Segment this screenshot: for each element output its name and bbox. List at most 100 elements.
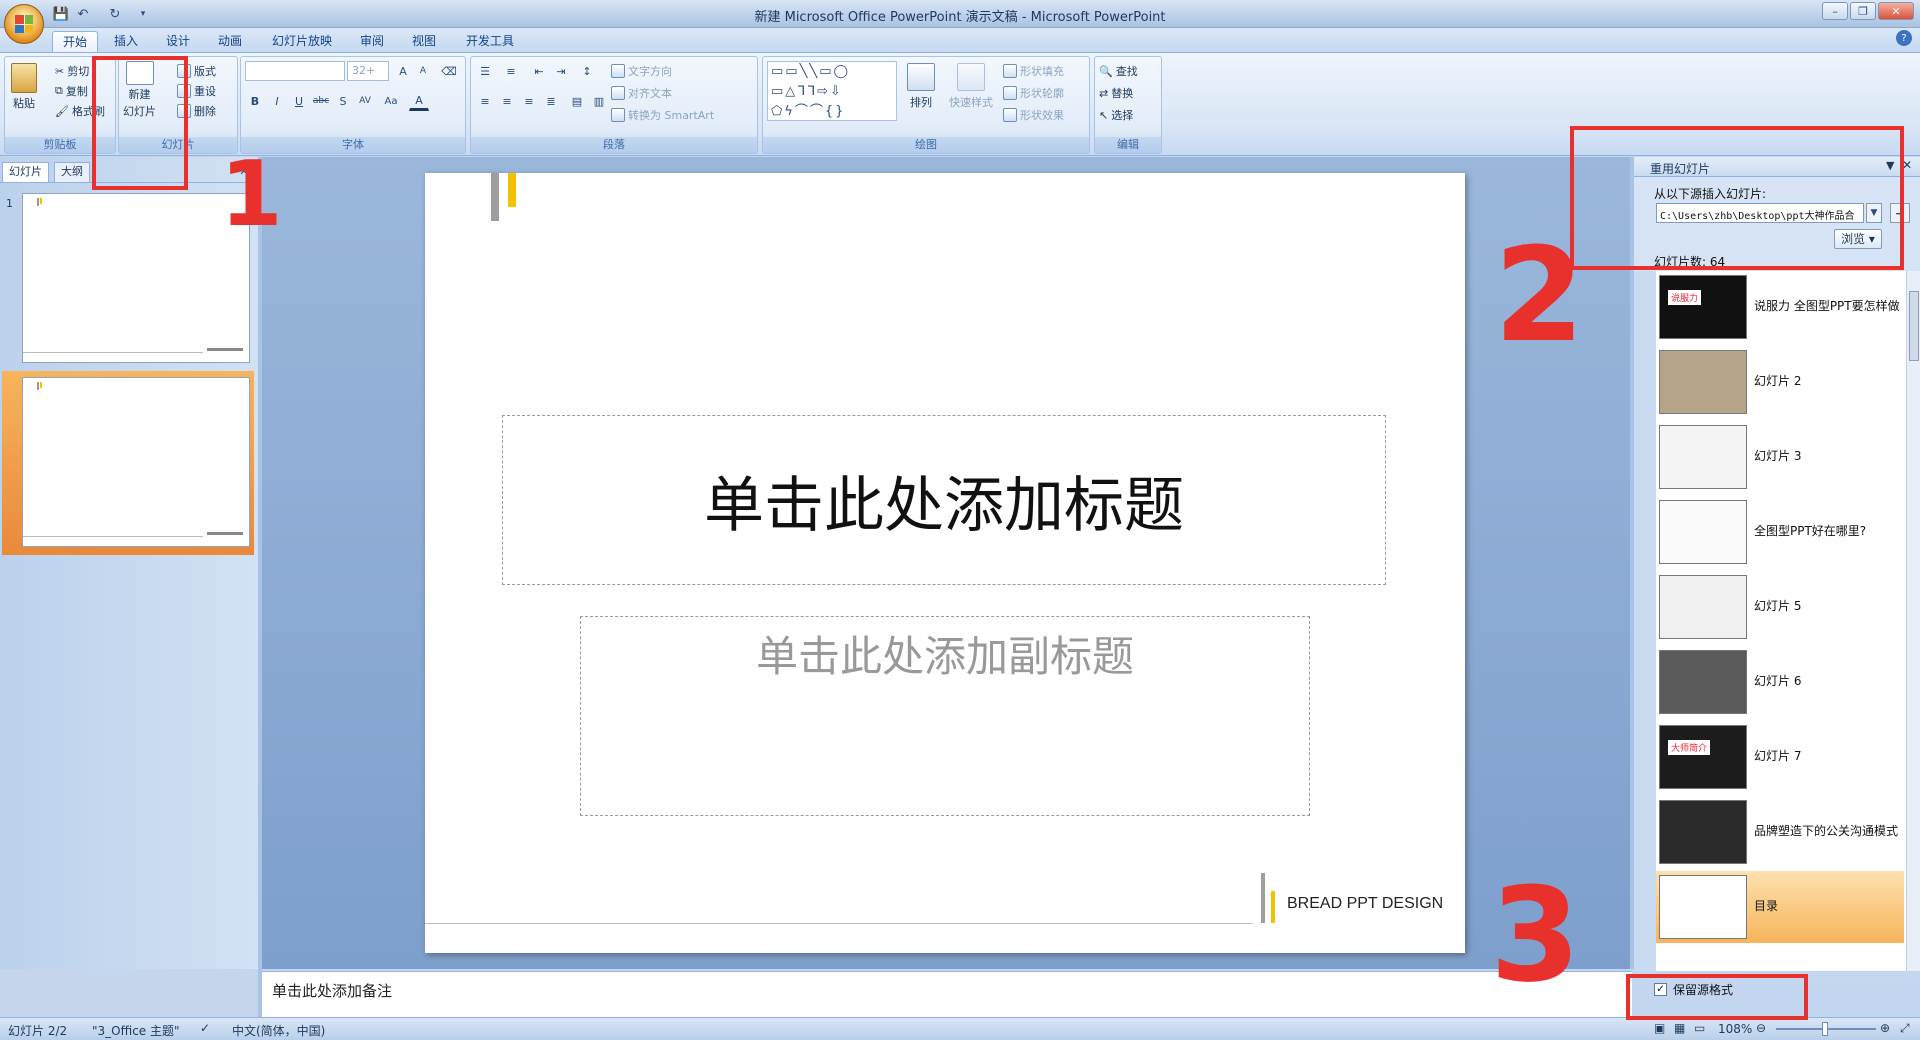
status-slide-info: 幻灯片 2/2 — [8, 1024, 68, 1038]
footer-line — [425, 923, 1253, 924]
paste-button[interactable]: 粘贴 — [11, 63, 37, 111]
shadow-icon[interactable]: S — [333, 91, 353, 111]
align-right-icon[interactable]: ≡ — [519, 91, 539, 111]
line-spacing-icon[interactable]: ↕ — [577, 61, 597, 81]
layout-label: 版式 — [194, 65, 216, 78]
normal-view-icon[interactable]: ▣ — [1654, 1021, 1665, 1035]
find-button[interactable]: 🔍 查找 — [1099, 63, 1138, 79]
tab-home[interactable]: 开始 — [52, 31, 99, 52]
minimize-button[interactable]: – — [1822, 2, 1848, 20]
shape-outline-button[interactable]: 形状轮廓 — [1003, 85, 1064, 101]
arrange-button[interactable]: 排列 — [907, 63, 935, 110]
reuse-slide-item[interactable]: 幻灯片 6 — [1656, 646, 1904, 718]
sorter-view-icon[interactable]: ▦ — [1674, 1021, 1685, 1035]
tab-insert[interactable]: 插入 — [104, 31, 148, 52]
reuse-slide-thumbnail — [1659, 575, 1747, 639]
tab-slideshow[interactable]: 幻灯片放映 — [262, 31, 342, 52]
shape-effects-label: 形状效果 — [1020, 109, 1064, 122]
shapes-gallery[interactable]: ▭▭╲╲▭◯ ▭△ᒣᒣ⇨⇩ ⬠ϟ⌒⌒{} — [767, 61, 897, 121]
tab-design[interactable]: 设计 — [156, 31, 200, 52]
numbering-icon[interactable]: ≡ — [501, 61, 521, 81]
char-spacing-icon[interactable]: AV — [355, 91, 375, 111]
slideshow-view-icon[interactable]: ▭ — [1694, 1021, 1705, 1035]
distribute-icon[interactable]: ▤ — [567, 91, 587, 111]
thumbnail-text: 说服力 — [1668, 290, 1702, 305]
underline-icon[interactable]: U — [289, 91, 309, 111]
align-text-button[interactable]: 对齐文本 — [611, 85, 672, 101]
shape-fill-button[interactable]: 形状填充 — [1003, 63, 1064, 79]
clear-format-icon[interactable]: ⌫ — [439, 61, 459, 81]
group-paragraph: ☰ ≡ ⇤ ⇥ ↕ 文字方向 对齐文本 转换为 SmartArt ≡ ≡ ≡ ≣… — [470, 56, 758, 154]
tab-view[interactable]: 视图 — [402, 31, 446, 52]
slide-thumbnail-2[interactable] — [22, 377, 250, 547]
office-button[interactable] — [4, 4, 44, 44]
tab-developer[interactable]: 开发工具 — [456, 31, 524, 52]
close-button[interactable]: ✕ — [1878, 2, 1914, 20]
scroll-thumb[interactable] — [1909, 291, 1919, 361]
reuse-slide-label: 全图型PPT好在哪里? — [1754, 524, 1867, 538]
status-theme: "3_Office 主题" — [92, 1024, 180, 1038]
grow-font-icon[interactable]: A — [393, 61, 413, 81]
slide-thumbnail-1[interactable] — [22, 193, 250, 363]
help-icon[interactable]: ? — [1896, 30, 1912, 46]
reuse-slide-item[interactable]: 说服力 说服力 全图型PPT要怎样做 — [1656, 271, 1904, 343]
tab-review[interactable]: 审阅 — [350, 31, 394, 52]
group-editing: 🔍 查找 ⇄ 替换 ↖ 选择 编辑 — [1094, 56, 1162, 154]
shape-effects-button[interactable]: 形状效果 — [1003, 107, 1064, 123]
reuse-left-scroll[interactable] — [1634, 271, 1656, 971]
reuse-slide-item[interactable]: 幻灯片 3 — [1656, 421, 1904, 493]
font-size-combo[interactable]: 32+ — [347, 61, 389, 81]
reuse-slide-label: 幻灯片 2 — [1754, 374, 1802, 388]
change-case-icon[interactable]: Aa — [381, 91, 401, 111]
cut-button[interactable]: ✂ 剪切 — [55, 63, 89, 79]
group-label-drawing: 绘图 — [763, 137, 1089, 153]
tab-slides-pane[interactable]: 幻灯片 — [2, 162, 49, 182]
subtitle-placeholder[interactable]: 单击此处添加副标题 — [580, 616, 1310, 816]
justify-icon[interactable]: ≣ — [541, 91, 561, 111]
zoom-in-icon[interactable]: ⊕ — [1880, 1021, 1890, 1035]
font-name-combo[interactable] — [245, 61, 345, 81]
font-color-icon[interactable]: A — [409, 91, 429, 111]
annotation-number-3: 3 — [1490, 859, 1581, 1011]
shrink-font-icon[interactable]: A — [413, 61, 433, 81]
align-left-icon[interactable]: ≡ — [475, 91, 495, 111]
copy-button[interactable]: ⧉ 复制 — [55, 83, 88, 99]
tab-outline-pane[interactable]: 大纲 — [54, 162, 90, 182]
quick-styles-button[interactable]: 快速样式 — [949, 63, 993, 110]
text-direction-button[interactable]: 文字方向 — [611, 63, 672, 79]
columns-icon[interactable]: ▥ — [589, 91, 609, 111]
align-center-icon[interactable]: ≡ — [497, 91, 517, 111]
select-button[interactable]: ↖ 选择 — [1099, 107, 1133, 123]
annotation-box-3 — [1626, 974, 1808, 1020]
reuse-slide-item[interactable]: 全图型PPT好在哪里? — [1656, 496, 1904, 568]
reuse-slide-thumbnail — [1659, 800, 1747, 864]
reuse-slide-item[interactable]: 目录 — [1656, 871, 1904, 943]
smartart-button[interactable]: 转换为 SmartArt — [611, 107, 714, 123]
reuse-list-scrollbar[interactable] — [1906, 271, 1920, 971]
reuse-slide-item[interactable]: 幻灯片 2 — [1656, 346, 1904, 418]
title-placeholder[interactable]: 单击此处添加标题 — [502, 415, 1386, 585]
strikethrough-icon[interactable]: abc — [311, 91, 331, 111]
decrease-indent-icon[interactable]: ⇤ — [529, 61, 549, 81]
zoom-level[interactable]: 108% — [1718, 1022, 1752, 1036]
replace-button[interactable]: ⇄ 替换 — [1099, 85, 1133, 101]
status-bar: 幻灯片 2/2 "3_Office 主题" ✓ 中文(简体，中国) ▣ ▦ ▭ … — [0, 1017, 1920, 1040]
fit-window-icon[interactable]: ⤢ — [1900, 1021, 1910, 1036]
find-label: 查找 — [1115, 65, 1138, 78]
spellcheck-icon[interactable]: ✓ — [200, 1021, 210, 1035]
slide-canvas[interactable]: 单击此处添加标题 单击此处添加副标题 BREAD PPT DESIGN — [425, 173, 1465, 953]
maximize-button[interactable]: ❐ — [1850, 2, 1876, 20]
bullets-icon[interactable]: ☰ — [475, 61, 495, 81]
zoom-slider-thumb[interactable] — [1822, 1022, 1828, 1036]
bold-icon[interactable]: B — [245, 91, 265, 111]
tab-animations[interactable]: 动画 — [208, 31, 252, 52]
cut-label: 剪切 — [67, 65, 90, 78]
reuse-slide-item[interactable]: 幻灯片 5 — [1656, 571, 1904, 643]
increase-indent-icon[interactable]: ⇥ — [551, 61, 571, 81]
italic-icon[interactable]: I — [267, 91, 287, 111]
notes-pane[interactable]: 单击此处添加备注 — [262, 971, 1632, 1017]
reuse-slide-item[interactable]: 品牌塑造下的公关沟通模式 — [1656, 796, 1904, 868]
thumbnail-text: 大师简介 — [1668, 740, 1711, 755]
reuse-slide-item[interactable]: 大师简介 幻灯片 7 — [1656, 721, 1904, 793]
zoom-out-icon[interactable]: ⊖ — [1756, 1021, 1766, 1035]
